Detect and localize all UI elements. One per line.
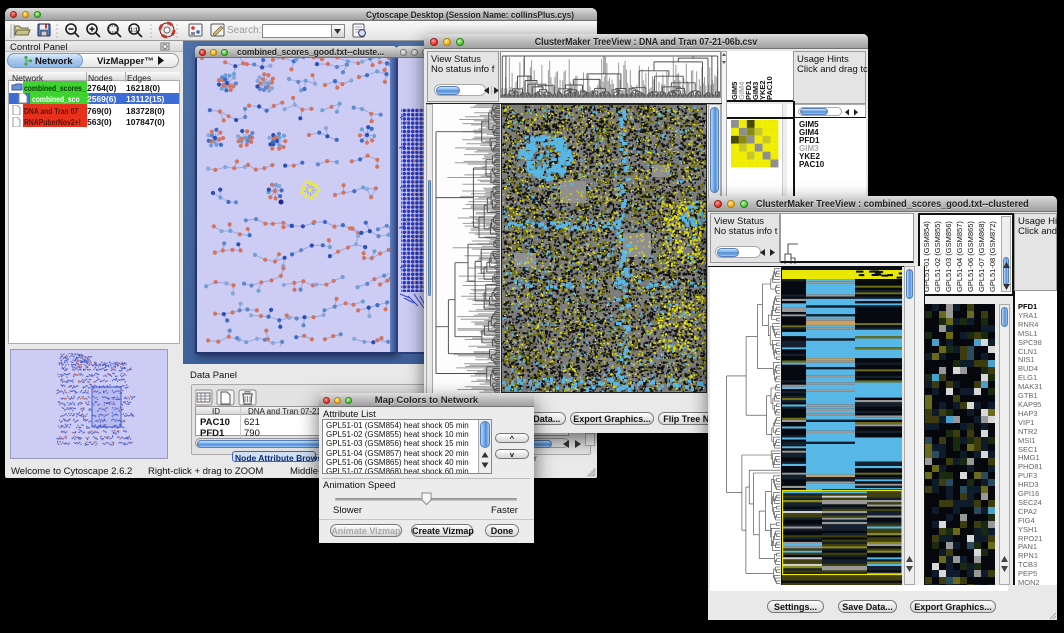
svg-text:GPL51-06 (GSM865): GPL51-06 (GSM865) xyxy=(966,221,975,292)
svg-text:1:1: 1:1 xyxy=(130,28,138,34)
svg-text:GPL51-07 (GSM868): GPL51-07 (GSM868) xyxy=(977,221,986,292)
svg-text:PAC10: PAC10 xyxy=(765,76,774,100)
svg-text:GPL51-02 (GSM855): GPL51-02 (GSM855) xyxy=(933,221,942,292)
svg-text:GPL51-03 (GSM856): GPL51-03 (GSM856) xyxy=(944,221,953,292)
svg-text:GPL51-04 (GSM857): GPL51-04 (GSM857) xyxy=(955,221,964,292)
svg-text:GPL51-08 (GSM872): GPL51-08 (GSM872) xyxy=(988,221,997,292)
